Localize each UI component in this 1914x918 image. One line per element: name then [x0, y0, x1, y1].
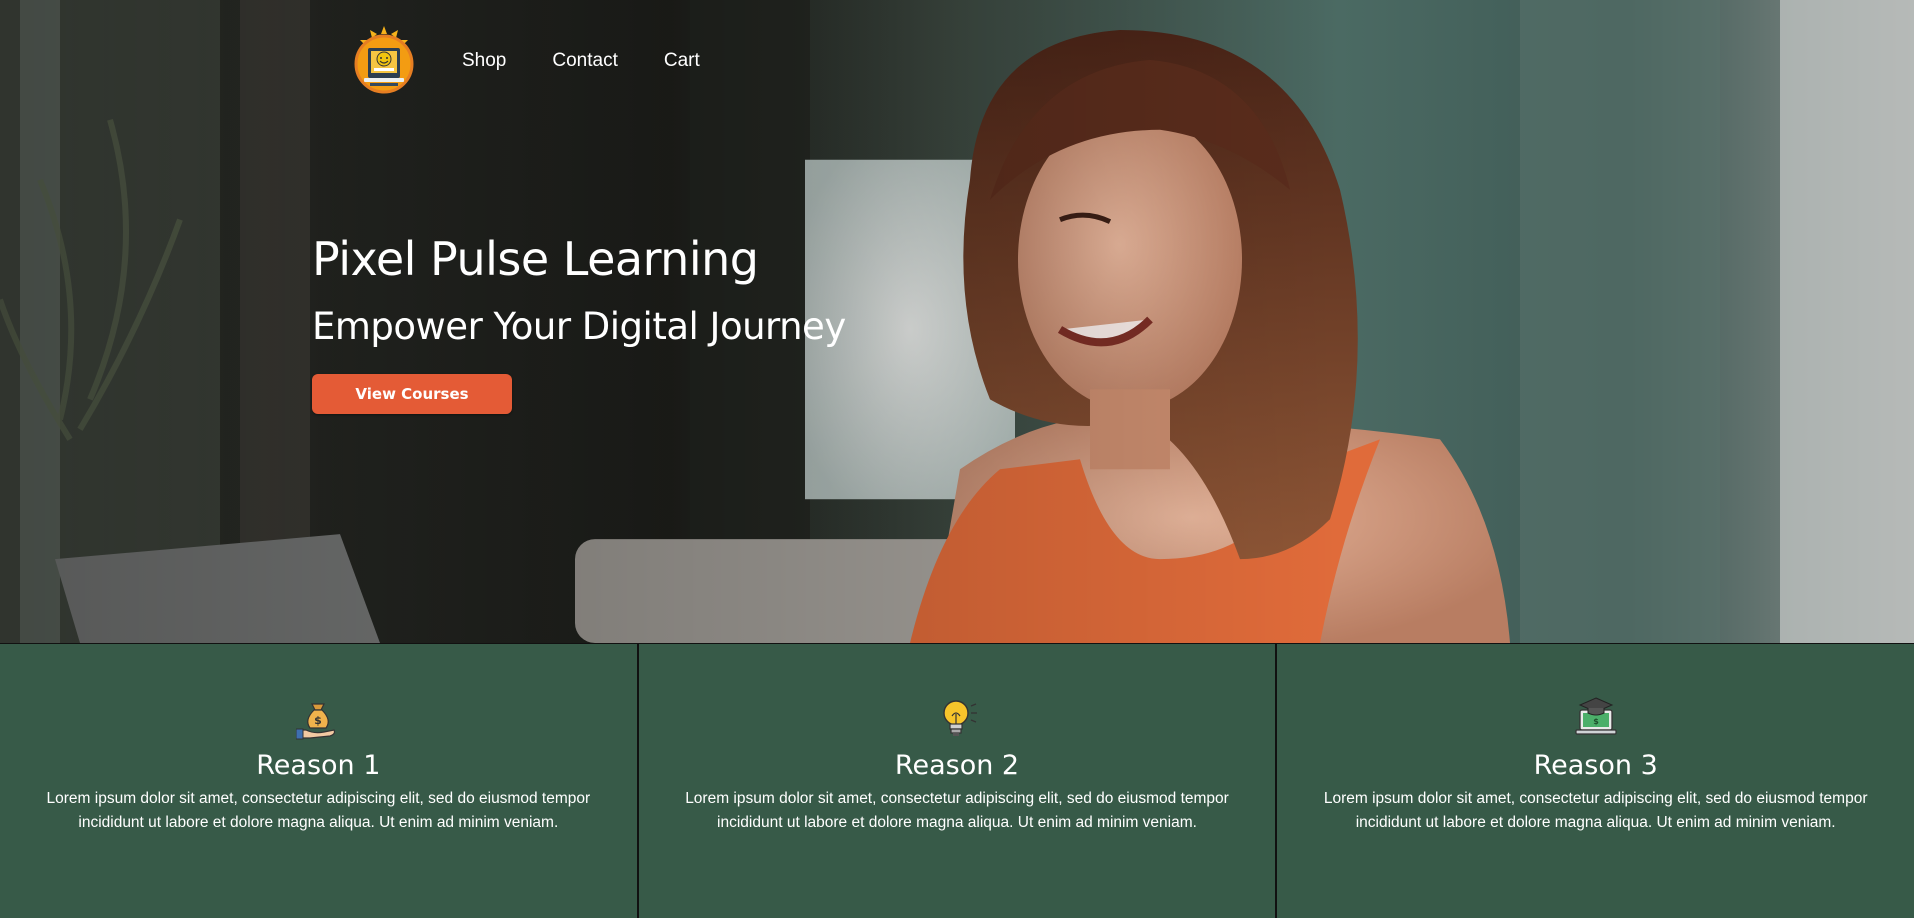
top-navigation: Shop Contact Cart — [352, 26, 736, 96]
reason-card-3: $ Reason 3 Lorem ipsum dolor sit amet, c… — [1277, 644, 1914, 918]
reason-title: Reason 3 — [1533, 750, 1658, 781]
reason-card-1: $ Reason 1 Lorem ipsum dolor sit amet, c… — [0, 644, 639, 918]
svg-text:$: $ — [1593, 717, 1599, 726]
reason-title: Reason 1 — [256, 750, 381, 781]
hero-overlay — [0, 0, 1914, 643]
graduation-laptop-icon: $ — [1575, 697, 1617, 735]
reasons-section: $ Reason 1 Lorem ipsum dolor sit amet, c… — [0, 644, 1914, 918]
lightbulb-icon — [943, 700, 977, 736]
reason-description: Lorem ipsum dolor sit amet, consectetur … — [685, 790, 1229, 831]
nav-link-shop[interactable]: Shop — [462, 50, 506, 72]
hero-subtitle: Empower Your Digital Journey — [312, 305, 846, 348]
nav-link-cart[interactable]: Cart — [664, 50, 700, 72]
brand-logo-icon[interactable] — [352, 26, 416, 96]
view-courses-button[interactable]: View Courses — [312, 374, 512, 414]
reason-description: Lorem ipsum dolor sit amet, consectetur … — [46, 790, 591, 831]
nav-link-contact[interactable]: Contact — [552, 50, 617, 72]
reason-card-2: Reason 2 Lorem ipsum dolor sit amet, con… — [639, 644, 1278, 918]
svg-text:$: $ — [315, 714, 323, 727]
reason-title: Reason 2 — [894, 750, 1020, 781]
hero-title: Pixel Pulse Learning — [312, 232, 759, 286]
hero-section: Shop Contact Cart Pixel Pulse Learning E… — [0, 0, 1914, 644]
money-bag-hand-icon: $ — [296, 703, 336, 740]
reason-description: Lorem ipsum dolor sit amet, consectetur … — [1323, 790, 1868, 831]
